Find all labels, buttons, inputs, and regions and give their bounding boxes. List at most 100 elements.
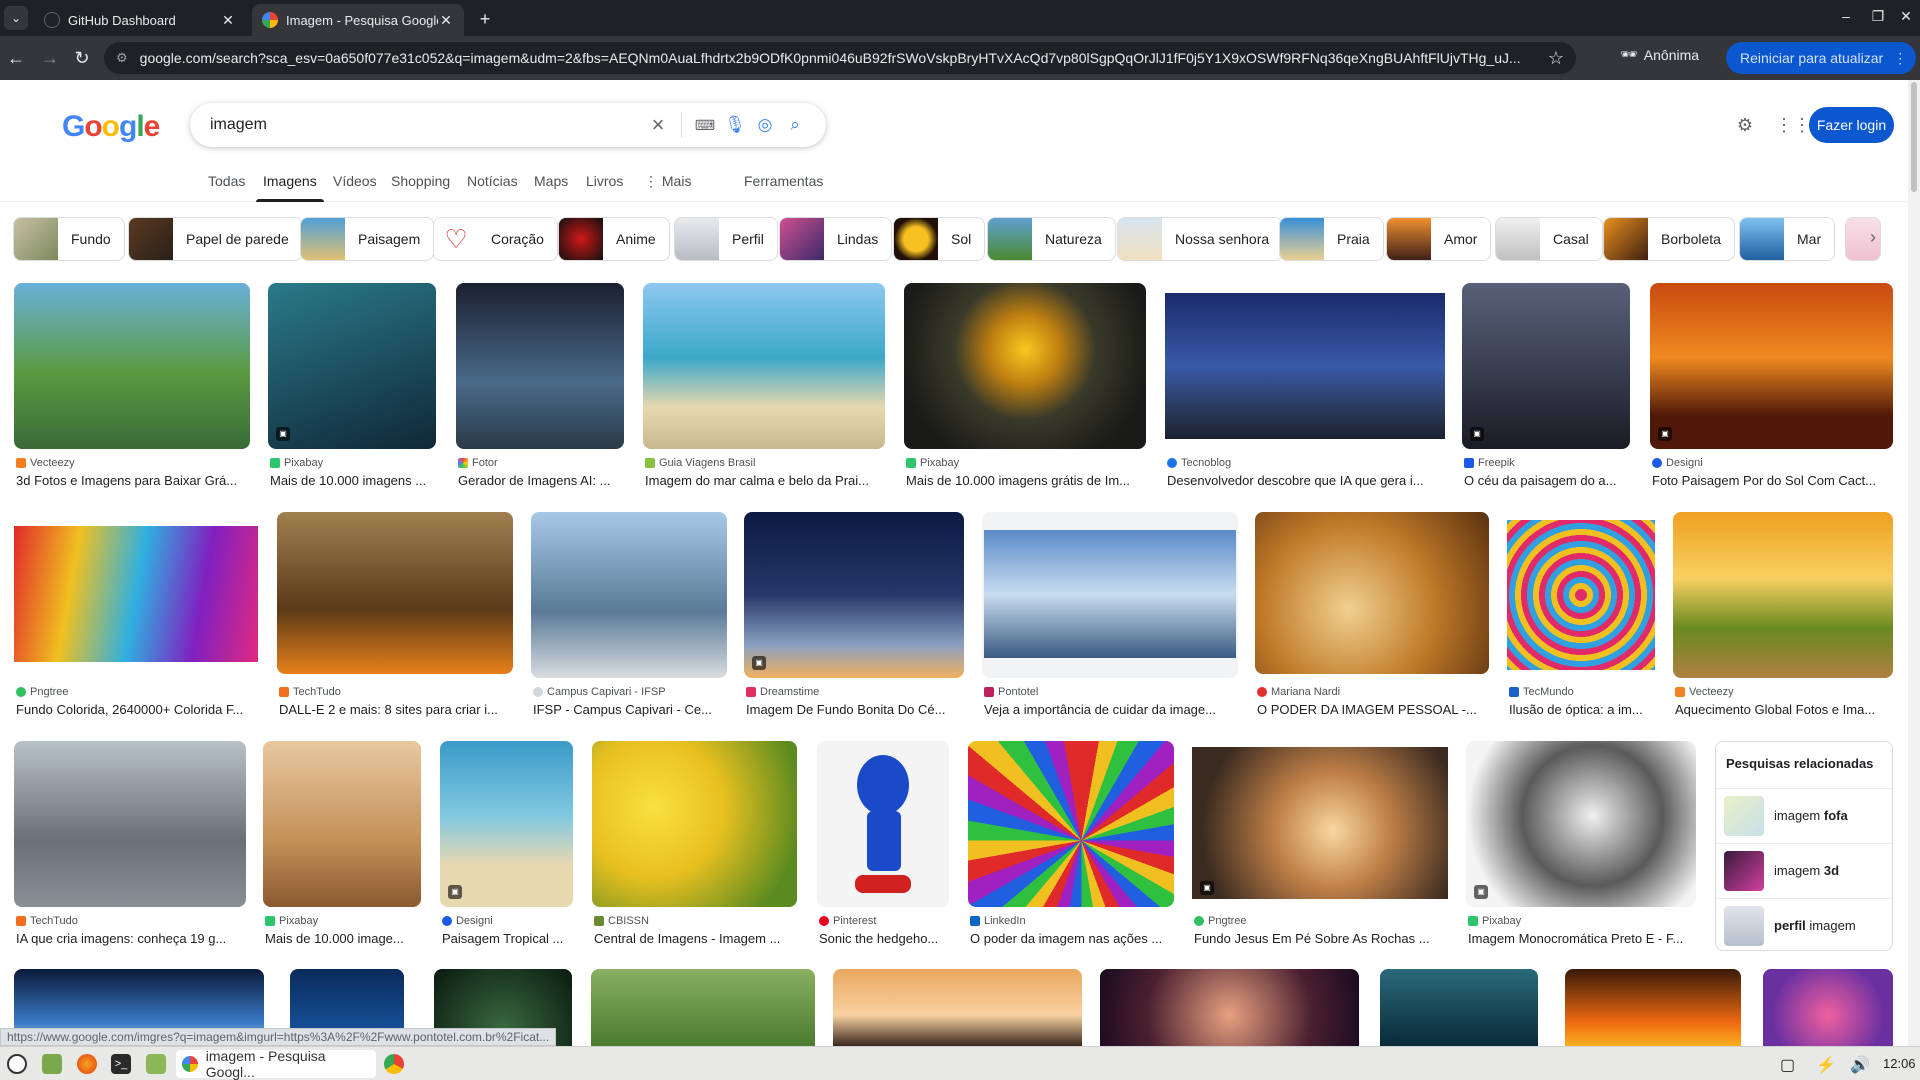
image-result[interactable]	[1100, 969, 1359, 1046]
result-thumbnail[interactable]	[1650, 283, 1893, 449]
login-button[interactable]: Fazer login	[1809, 107, 1894, 143]
result-thumbnail[interactable]	[14, 741, 246, 907]
volume-icon[interactable]: 🔊	[1850, 1055, 1870, 1075]
result-title[interactable]: Gerador de Imagens AI: ...	[458, 473, 624, 488]
image-result[interactable]: Fotor Gerador de Imagens AI: ...	[456, 283, 624, 493]
terminal-icon[interactable]: >_	[111, 1054, 131, 1074]
firefox-icon[interactable]	[77, 1054, 97, 1074]
chip-nossa-senhora[interactable]: Nossa senhora	[1117, 217, 1284, 261]
image-result[interactable]: Vecteezy Aquecimento Global Fotos e Ima.…	[1673, 512, 1893, 722]
image-result[interactable]	[591, 969, 815, 1046]
result-title[interactable]: Imagem do mar calma e belo da Prai...	[645, 473, 885, 488]
result-thumbnail[interactable]	[1673, 512, 1893, 678]
search-box[interactable]: imagem × ⌨ 🎙 ◎ ⌕	[190, 103, 826, 147]
incognito-indicator[interactable]: 🕶 Anônima	[1620, 46, 1699, 63]
result-thumbnail[interactable]	[268, 283, 436, 449]
keyboard-icon[interactable]: ⌨	[690, 117, 720, 134]
result-thumbnail[interactable]	[1466, 741, 1696, 907]
result-title[interactable]: IFSP - Campus Capivari - Ce...	[533, 702, 727, 717]
result-thumbnail[interactable]	[982, 512, 1238, 678]
tab-search-button[interactable]: ⌄	[4, 6, 28, 30]
window-switch-icon[interactable]: ▢	[1780, 1055, 1795, 1075]
minimize-icon[interactable]: –	[1836, 8, 1856, 24]
tab-livros[interactable]: Livros	[586, 173, 623, 189]
result-thumbnail[interactable]	[1255, 512, 1489, 674]
bookmark-star-icon[interactable]: ☆	[1548, 48, 1564, 69]
result-thumbnail[interactable]	[968, 741, 1174, 907]
result-title[interactable]: DALL-E 2 e mais: 8 sites para criar i...	[279, 702, 513, 717]
result-title[interactable]: Mais de 10.000 imagens ...	[270, 473, 436, 488]
tab-mais[interactable]: ⋮ Mais	[644, 173, 691, 190]
image-result[interactable]: ▣ Designi Foto Paisagem Por do Sol Com C…	[1650, 283, 1893, 493]
result-thumbnail[interactable]	[1192, 747, 1448, 899]
search-input[interactable]: imagem	[210, 116, 643, 134]
result-title[interactable]: Paisagem Tropical ...	[442, 931, 573, 946]
clear-icon[interactable]: ×	[643, 112, 673, 138]
image-result[interactable]: ▣ Designi Paisagem Tropical ...	[440, 741, 573, 951]
result-thumbnail[interactable]	[14, 526, 258, 662]
chip-sol[interactable]: Sol	[893, 217, 986, 261]
image-result[interactable]	[833, 969, 1082, 1046]
tab-shopping[interactable]: Shopping	[391, 173, 450, 189]
result-thumbnail[interactable]	[456, 283, 624, 449]
image-result[interactable]: LinkedIn O poder da imagem nas ações ...	[968, 741, 1174, 951]
chevron-right-icon[interactable]: ›	[1870, 227, 1876, 248]
image-result[interactable]: Pixabay Mais de 10.000 image...	[263, 741, 421, 951]
image-result[interactable]: TecMundo Ilusão de óptica: a im...	[1507, 512, 1655, 722]
chip-paisagem[interactable]: Paisagem	[300, 217, 435, 261]
image-result[interactable]: Vecteezy 3d Fotos e Imagens para Baixar …	[14, 283, 250, 493]
chip-lindas[interactable]: Lindas	[779, 217, 893, 261]
tab-todas[interactable]: Todas	[208, 173, 245, 189]
result-thumbnail[interactable]	[277, 512, 513, 674]
show-desktop-icon[interactable]	[42, 1054, 62, 1074]
chip-amor[interactable]: Amor	[1386, 217, 1492, 261]
image-result[interactable]: ▣ Dreamstime Imagem De Fundo Bonita Do C…	[744, 512, 964, 722]
image-result[interactable]: ▣ Pixabay Mais de 10.000 imagens ...	[268, 283, 436, 493]
result-title[interactable]: Imagem De Fundo Bonita Do Cé...	[746, 702, 964, 717]
result-title[interactable]: Imagem Monocromática Preto E - F...	[1468, 931, 1696, 946]
result-thumbnail[interactable]	[1507, 520, 1655, 670]
image-result[interactable]: Campus Capivari - IFSP IFSP - Campus Cap…	[531, 512, 727, 722]
tab-maps[interactable]: Maps	[534, 173, 568, 189]
back-icon[interactable]: ←	[4, 46, 28, 70]
update-button[interactable]: Reiniciar para atualizar ⋮	[1726, 42, 1916, 74]
lens-icon[interactable]: ◎	[750, 115, 780, 135]
image-result[interactable]: ▣ Freepik O céu da paisagem do a...	[1462, 283, 1630, 493]
result-title[interactable]: IA que cria imagens: conheça 19 g...	[16, 931, 246, 946]
result-thumbnail[interactable]	[14, 283, 250, 449]
image-result[interactable]: Tecnoblog Desenvolvedor descobre que IA …	[1165, 283, 1445, 493]
chip-fundo[interactable]: Fundo	[13, 217, 125, 261]
image-result[interactable]: Pontotel Veja a importância de cuidar da…	[982, 512, 1238, 722]
result-title[interactable]: Ilusão de óptica: a im...	[1509, 702, 1655, 717]
tab-videos[interactable]: Vídeos	[333, 173, 377, 189]
image-result[interactable]: Pngtree Fundo Colorida, 2640000+ Colorid…	[14, 512, 258, 722]
chrome-launcher-icon[interactable]	[384, 1054, 404, 1074]
result-thumbnail[interactable]	[531, 512, 727, 678]
chip-anime[interactable]: Anime	[558, 217, 670, 261]
forward-icon[interactable]: →	[38, 46, 62, 70]
image-result[interactable]: ▣ Pixabay Imagem Monocromática Preto E -…	[1466, 741, 1696, 951]
result-thumbnail[interactable]	[592, 741, 797, 907]
image-result[interactable]: ▣ Pngtree Fundo Jesus Em Pé Sobre As Roc…	[1192, 741, 1448, 951]
result-thumbnail[interactable]	[440, 741, 573, 907]
tab-imagens[interactable]: Imagens	[256, 173, 324, 202]
page-scrollbar[interactable]	[1908, 80, 1920, 1046]
result-title[interactable]: Veja a importância de cuidar da image...	[984, 702, 1238, 717]
restore-icon[interactable]: ❐	[1868, 8, 1888, 25]
tab-github-dashboard[interactable]: GitHub Dashboard ✕	[34, 4, 246, 36]
image-result[interactable]: TechTudo IA que cria imagens: conheça 19…	[14, 741, 246, 951]
result-thumbnail[interactable]	[744, 512, 964, 678]
chip-natureza[interactable]: Natureza	[987, 217, 1116, 261]
chip-mar[interactable]: Mar	[1739, 217, 1836, 261]
image-result[interactable]: Pixabay Mais de 10.000 imagens grátis de…	[904, 283, 1146, 493]
chip-perfil[interactable]: Perfil	[674, 217, 778, 261]
system-menu-icon[interactable]	[7, 1054, 27, 1074]
apps-grid-icon[interactable]: ⋮⋮	[1775, 114, 1811, 136]
taskbar-chrome-window[interactable]: imagem - Pesquisa Googl...	[176, 1048, 376, 1080]
google-logo[interactable]: Google	[62, 110, 160, 144]
image-result[interactable]	[1380, 969, 1538, 1046]
image-result[interactable]	[1565, 969, 1741, 1046]
result-title[interactable]: O céu da paisagem do a...	[1464, 473, 1630, 488]
files-icon[interactable]	[146, 1054, 166, 1074]
address-bar[interactable]: ⚙ google.com/search?sca_esv=0a650f077e31…	[104, 42, 1576, 74]
